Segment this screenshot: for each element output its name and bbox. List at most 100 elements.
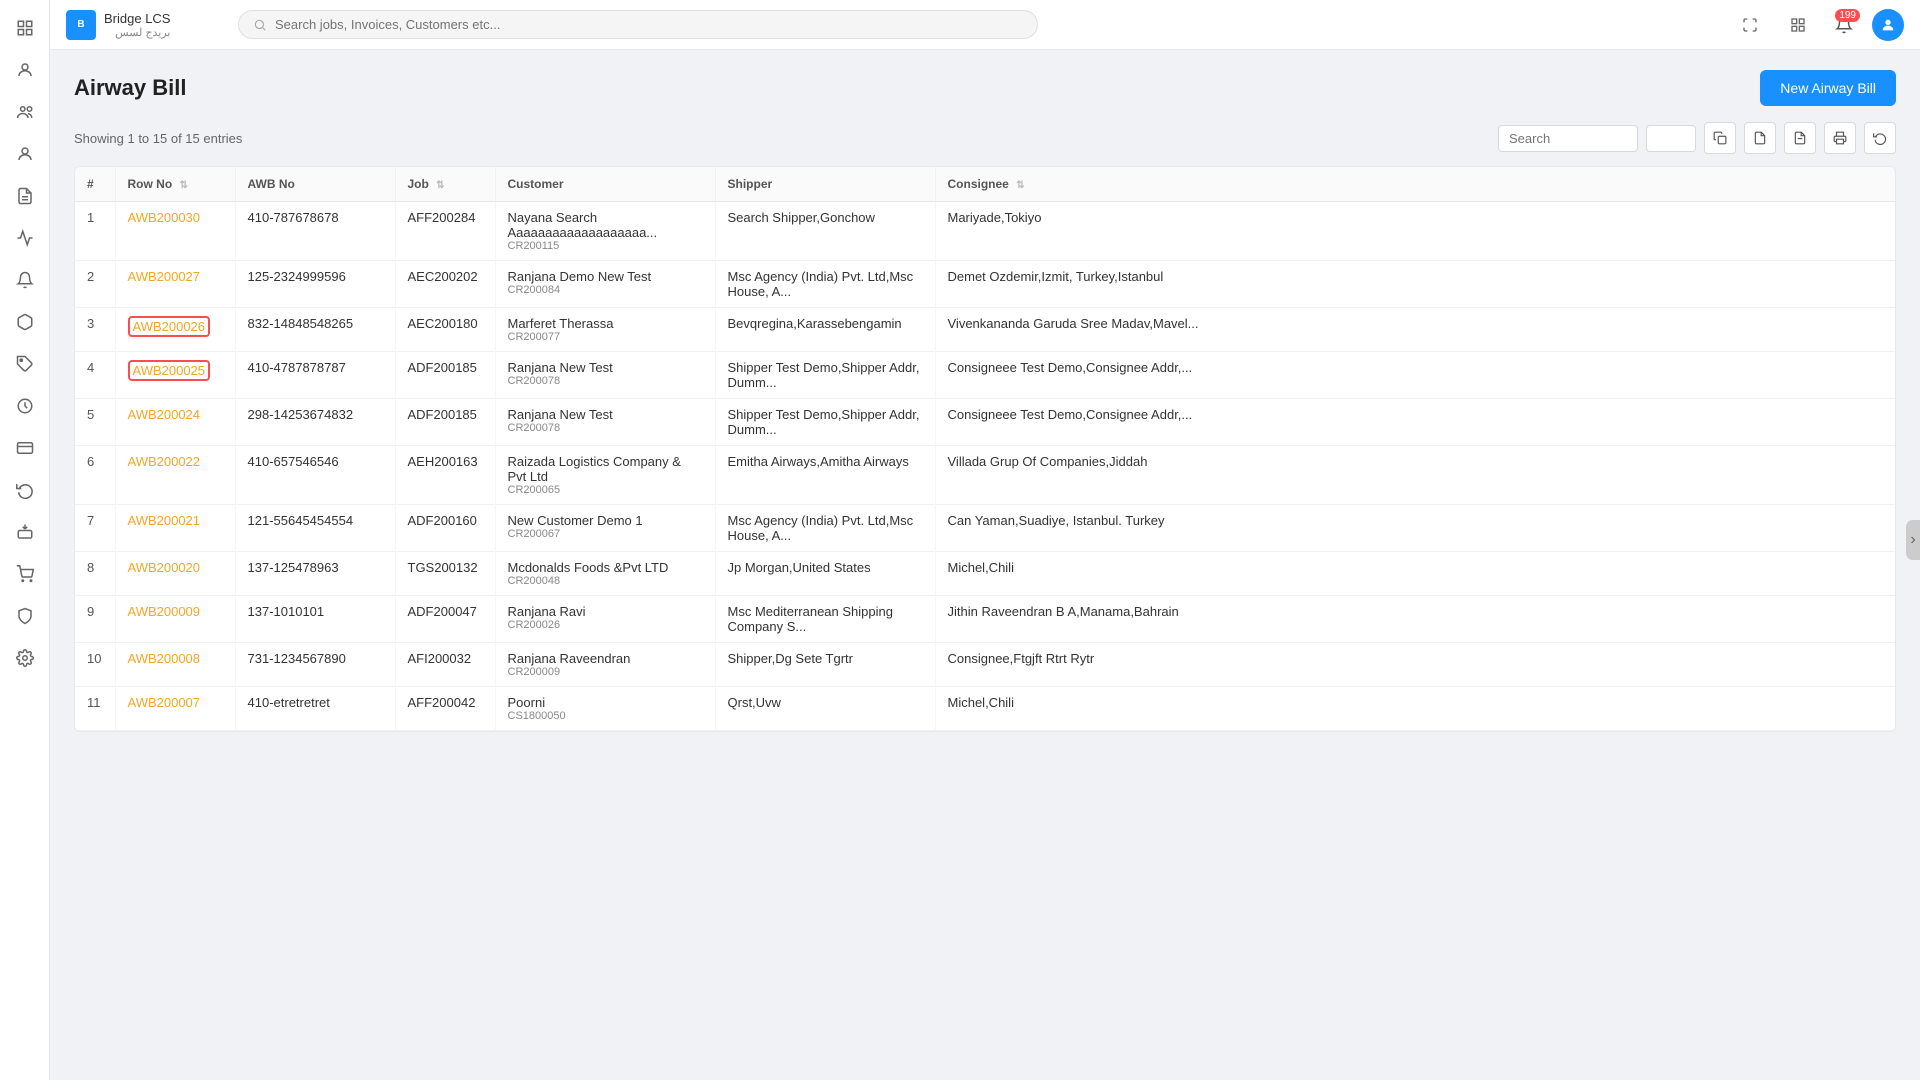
cell-customer: Ranjana Ravi CR200026 (495, 596, 715, 643)
table-header-row: # Row No ⇅ AWB No Job ⇅ Customer Shipper… (75, 167, 1895, 202)
cell-job: AFF200284 (395, 202, 495, 261)
user-avatar[interactable] (1872, 9, 1904, 41)
page-header: Airway Bill New Airway Bill (74, 70, 1896, 106)
cell-num: 4 (75, 352, 115, 399)
cell-rowno[interactable]: AWB200021 (115, 505, 235, 552)
main-wrapper: B Bridge LCS بريدج لسس 199 (50, 0, 1920, 1080)
cell-awb: 410-4787878787 (235, 352, 395, 399)
sidebar-icon-invoice[interactable] (7, 178, 43, 214)
cell-shipper: Msc Mediterranean Shipping Company S... (715, 596, 935, 643)
cell-shipper: Jp Morgan,United States (715, 552, 935, 596)
sidebar-icon-settings[interactable] (7, 640, 43, 676)
sidebar-icon-dashboard[interactable] (7, 10, 43, 46)
logo-text: Bridge LCS بريدج لسس (104, 11, 170, 39)
notification-button[interactable]: 199 (1828, 9, 1860, 41)
cell-consignee: Jithin Raveendran B A,Manama,Bahrain (935, 596, 1895, 643)
sidebar-icon-chart[interactable] (7, 220, 43, 256)
cell-rowno[interactable]: AWB200020 (115, 552, 235, 596)
table-search-input[interactable] (1498, 125, 1638, 152)
print-button[interactable] (1824, 122, 1856, 154)
copy-button[interactable] (1704, 122, 1736, 154)
sidebar (0, 0, 50, 1080)
table-row[interactable]: 2 AWB200027 125-2324999596 AEC200202 Ran… (75, 261, 1895, 308)
sidebar-icon-tag[interactable] (7, 346, 43, 382)
cell-consignee: Villada Grup Of Companies,Jiddah (935, 446, 1895, 505)
logo-area: B Bridge LCS بريدج لسس (66, 10, 226, 40)
cell-consignee: Can Yaman,Suadiye, Istanbul. Turkey (935, 505, 1895, 552)
cell-shipper: Bevqregina,Karassebengamin (715, 308, 935, 352)
sidebar-icon-card[interactable] (7, 430, 43, 466)
sidebar-icon-cart[interactable] (7, 556, 43, 592)
cell-rowno[interactable]: AWB200025 (115, 352, 235, 399)
global-search-bar[interactable] (238, 10, 1038, 39)
cell-rowno[interactable]: AWB200026 (115, 308, 235, 352)
sidebar-icon-clock[interactable] (7, 388, 43, 424)
cell-consignee: Consigneee Test Demo,Consignee Addr,... (935, 399, 1895, 446)
sidebar-icon-users[interactable] (7, 94, 43, 130)
cell-consignee: Demet Ozdemir,Izmit, Turkey,Istanbul (935, 261, 1895, 308)
cell-customer: Ranjana New Test CR200078 (495, 399, 715, 446)
sidebar-icon-package[interactable] (7, 304, 43, 340)
cell-awb: 410-657546546 (235, 446, 395, 505)
table-row[interactable]: 9 AWB200009 137-1010101 ADF200047 Ranjan… (75, 596, 1895, 643)
cell-rowno[interactable]: AWB200007 (115, 687, 235, 731)
table-row[interactable]: 4 AWB200025 410-4787878787 ADF200185 Ran… (75, 352, 1895, 399)
logo-image: B (66, 10, 96, 40)
sidebar-icon-contact[interactable] (7, 136, 43, 172)
cell-awb: 410-787678678 (235, 202, 395, 261)
table-row[interactable]: 11 AWB200007 410-etretretret AFF200042 P… (75, 687, 1895, 731)
export-csv-button[interactable] (1744, 122, 1776, 154)
cell-customer: Nayana Search Aaaaaaaaaaaaaaaaaaa... CR2… (495, 202, 715, 261)
table-row[interactable]: 1 AWB200030 410-787678678 AFF200284 Naya… (75, 202, 1895, 261)
cell-consignee: Mariyade,Tokiyo (935, 202, 1895, 261)
table-row[interactable]: 5 AWB200024 298-14253674832 ADF200185 Ra… (75, 399, 1895, 446)
table-row[interactable]: 7 AWB200021 121-55645454554 ADF200160 Ne… (75, 505, 1895, 552)
table-controls: Showing 1 to 15 of 15 entries 25 (74, 122, 1896, 154)
cell-job: ADF200185 (395, 352, 495, 399)
export-excel-button[interactable] (1784, 122, 1816, 154)
cell-customer: Ranjana New Test CR200078 (495, 352, 715, 399)
page-size-input[interactable]: 25 (1646, 125, 1696, 152)
notification-badge: 199 (1835, 9, 1860, 22)
cell-job: AFI200032 (395, 643, 495, 687)
entries-info: Showing 1 to 15 of 15 entries (74, 131, 242, 146)
table-row[interactable]: 8 AWB200020 137-125478963 TGS200132 Mcdo… (75, 552, 1895, 596)
new-airway-bill-button[interactable]: New Airway Bill (1760, 70, 1896, 106)
top-header: B Bridge LCS بريدج لسس 199 (50, 0, 1920, 50)
grid-button[interactable] (1780, 7, 1816, 43)
table-row[interactable]: 10 AWB200008 731-1234567890 AFI200032 Ra… (75, 643, 1895, 687)
col-header-consignee[interactable]: Consignee ⇅ (935, 167, 1895, 202)
scroll-handle[interactable] (1906, 520, 1920, 560)
cell-rowno[interactable]: AWB200022 (115, 446, 235, 505)
cell-consignee: Consignee,Ftgjft Rtrt Rytr (935, 643, 1895, 687)
col-header-awb: AWB No (235, 167, 395, 202)
sidebar-icon-plugin[interactable] (7, 514, 43, 550)
global-search-input[interactable] (275, 17, 1023, 32)
page-content: Airway Bill New Airway Bill Showing 1 to… (50, 50, 1920, 1080)
page-title: Airway Bill (74, 75, 186, 101)
cell-num: 9 (75, 596, 115, 643)
sidebar-icon-user[interactable] (7, 52, 43, 88)
cell-job: TGS200132 (395, 552, 495, 596)
cell-customer: Marferet Therassa CR200077 (495, 308, 715, 352)
fullscreen-button[interactable] (1732, 7, 1768, 43)
sidebar-icon-refresh[interactable] (7, 472, 43, 508)
cell-num: 8 (75, 552, 115, 596)
cell-rowno[interactable]: AWB200009 (115, 596, 235, 643)
cell-rowno[interactable]: AWB200030 (115, 202, 235, 261)
cell-num: 3 (75, 308, 115, 352)
cell-num: 2 (75, 261, 115, 308)
cell-rowno[interactable]: AWB200024 (115, 399, 235, 446)
cell-rowno[interactable]: AWB200008 (115, 643, 235, 687)
col-header-shipper: Shipper (715, 167, 935, 202)
col-header-job[interactable]: Job ⇅ (395, 167, 495, 202)
sidebar-icon-alert[interactable] (7, 262, 43, 298)
cell-rowno[interactable]: AWB200027 (115, 261, 235, 308)
cell-consignee: Michel,Chili (935, 552, 1895, 596)
table-row[interactable]: 6 AWB200022 410-657546546 AEH200163 Raiz… (75, 446, 1895, 505)
col-header-rowno[interactable]: Row No ⇅ (115, 167, 235, 202)
refresh-button[interactable] (1864, 122, 1896, 154)
table-row[interactable]: 3 AWB200026 832-14848548265 AEC200180 Ma… (75, 308, 1895, 352)
cell-customer: New Customer Demo 1 CR200067 (495, 505, 715, 552)
sidebar-icon-shield[interactable] (7, 598, 43, 634)
